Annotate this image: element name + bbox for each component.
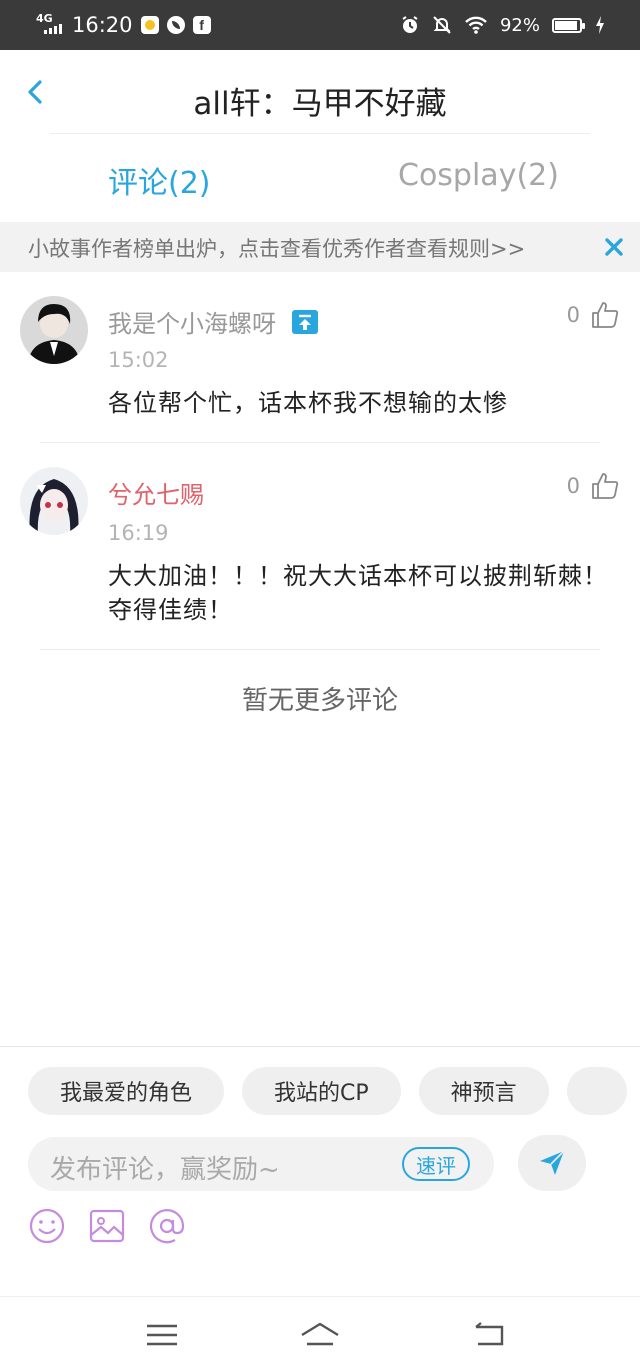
no-more-comments: 暂无更多评论 xyxy=(241,686,398,716)
comment-item: 我是个小海螺呀 0 15:02 各位帮个忙，话本杯我不想输的太惨 xyxy=(0,272,640,442)
comment-username[interactable]: 兮允七赐 xyxy=(108,475,204,510)
mention-icon[interactable] xyxy=(148,1207,186,1245)
mute-notification-icon xyxy=(433,16,451,34)
battery-percent: 92% xyxy=(499,14,540,36)
image-icon[interactable] xyxy=(88,1207,126,1245)
network-type: 4G xyxy=(36,12,53,25)
home-icon[interactable] xyxy=(298,1319,342,1351)
alarm-icon xyxy=(402,16,418,33)
send-icon[interactable] xyxy=(537,1148,567,1178)
avatar[interactable] xyxy=(20,467,88,535)
like-count: 0 xyxy=(566,474,580,498)
comment-time: 15:02 xyxy=(108,348,169,372)
avatar[interactable] xyxy=(20,296,88,364)
comment-item: 兮允七赐 0 16:19 大大加油！！！祝大大话本杯可以披荆斩棘！夺得佳绩！ xyxy=(0,443,640,649)
quick-comment-button[interactable]: 速评 xyxy=(402,1147,470,1181)
status-bar-left: 4G 16:20 f xyxy=(36,0,211,50)
comment-text[interactable]: 各位帮个忙，话本杯我不想输的太惨 xyxy=(108,386,618,420)
header: all轩：马甲不好藏 xyxy=(0,50,640,134)
comment-input[interactable]: 发布评论，赢奖励~ 速评 xyxy=(28,1137,494,1191)
notice-bar[interactable]: 小故事作者榜单出炉，点击查看优秀作者查看规则>> xyxy=(0,222,640,272)
thumbs-up-icon[interactable] xyxy=(590,300,620,330)
page-title: all轩：马甲不好藏 xyxy=(193,86,447,122)
comment-text[interactable]: 大大加油！！！祝大大话本杯可以披荆斩棘！夺得佳绩！ xyxy=(108,559,618,627)
tab-bar: 评论(2) Cosplay(2) xyxy=(0,134,640,222)
topic-chip-partial[interactable] xyxy=(566,1067,627,1115)
facebook-icon: f xyxy=(192,16,211,34)
input-tools xyxy=(28,1207,186,1245)
like-button[interactable]: 0 xyxy=(567,471,620,501)
signal-icon: 4G xyxy=(36,12,62,36)
charging-icon xyxy=(596,16,604,34)
back-icon[interactable] xyxy=(470,1319,510,1351)
status-bar: 4G 16:20 f 92% xyxy=(0,0,640,50)
comment-username[interactable]: 我是个小海螺呀 xyxy=(108,304,318,339)
like-count: 0 xyxy=(566,303,580,327)
wifi-icon xyxy=(465,16,487,34)
close-icon[interactable] xyxy=(602,235,626,259)
status-bar-right: 92% xyxy=(400,0,606,50)
app-yellow-icon xyxy=(140,16,159,34)
like-button[interactable]: 0 xyxy=(567,300,620,330)
comment-time: 16:19 xyxy=(108,521,169,545)
status-time: 16:20 xyxy=(72,13,133,37)
menu-icon[interactable] xyxy=(142,1319,182,1351)
level-badge-icon xyxy=(292,310,318,334)
thumbs-up-icon[interactable] xyxy=(590,471,620,501)
topic-chip[interactable]: 神预言 xyxy=(418,1067,549,1115)
tab-cosplay[interactable]: Cosplay(2) xyxy=(398,158,559,193)
leaf-app-icon xyxy=(166,16,185,34)
comment-input-area: 我最爱的角色 我站的CP 神预言 发布评论，赢奖励~ 速评 xyxy=(0,1046,640,1296)
battery-icon xyxy=(552,17,585,33)
quick-topic-chips: 我最爱的角色 我站的CP 神预言 xyxy=(28,1067,627,1115)
topic-chip[interactable]: 我最爱的角色 xyxy=(28,1067,225,1115)
send-button[interactable] xyxy=(518,1135,586,1191)
username-text[interactable]: 我是个小海螺呀 xyxy=(108,310,276,338)
notice-text[interactable]: 小故事作者榜单出炉，点击查看优秀作者查看规则>> xyxy=(28,233,525,263)
topic-chip[interactable]: 我站的CP xyxy=(242,1067,401,1115)
tab-comments[interactable]: 评论(2) xyxy=(108,158,211,202)
comment-divider xyxy=(40,649,600,650)
emoji-icon[interactable] xyxy=(28,1207,66,1245)
system-nav-bar xyxy=(0,1296,640,1372)
comment-input-placeholder[interactable]: 发布评论，赢奖励~ xyxy=(50,1149,280,1186)
